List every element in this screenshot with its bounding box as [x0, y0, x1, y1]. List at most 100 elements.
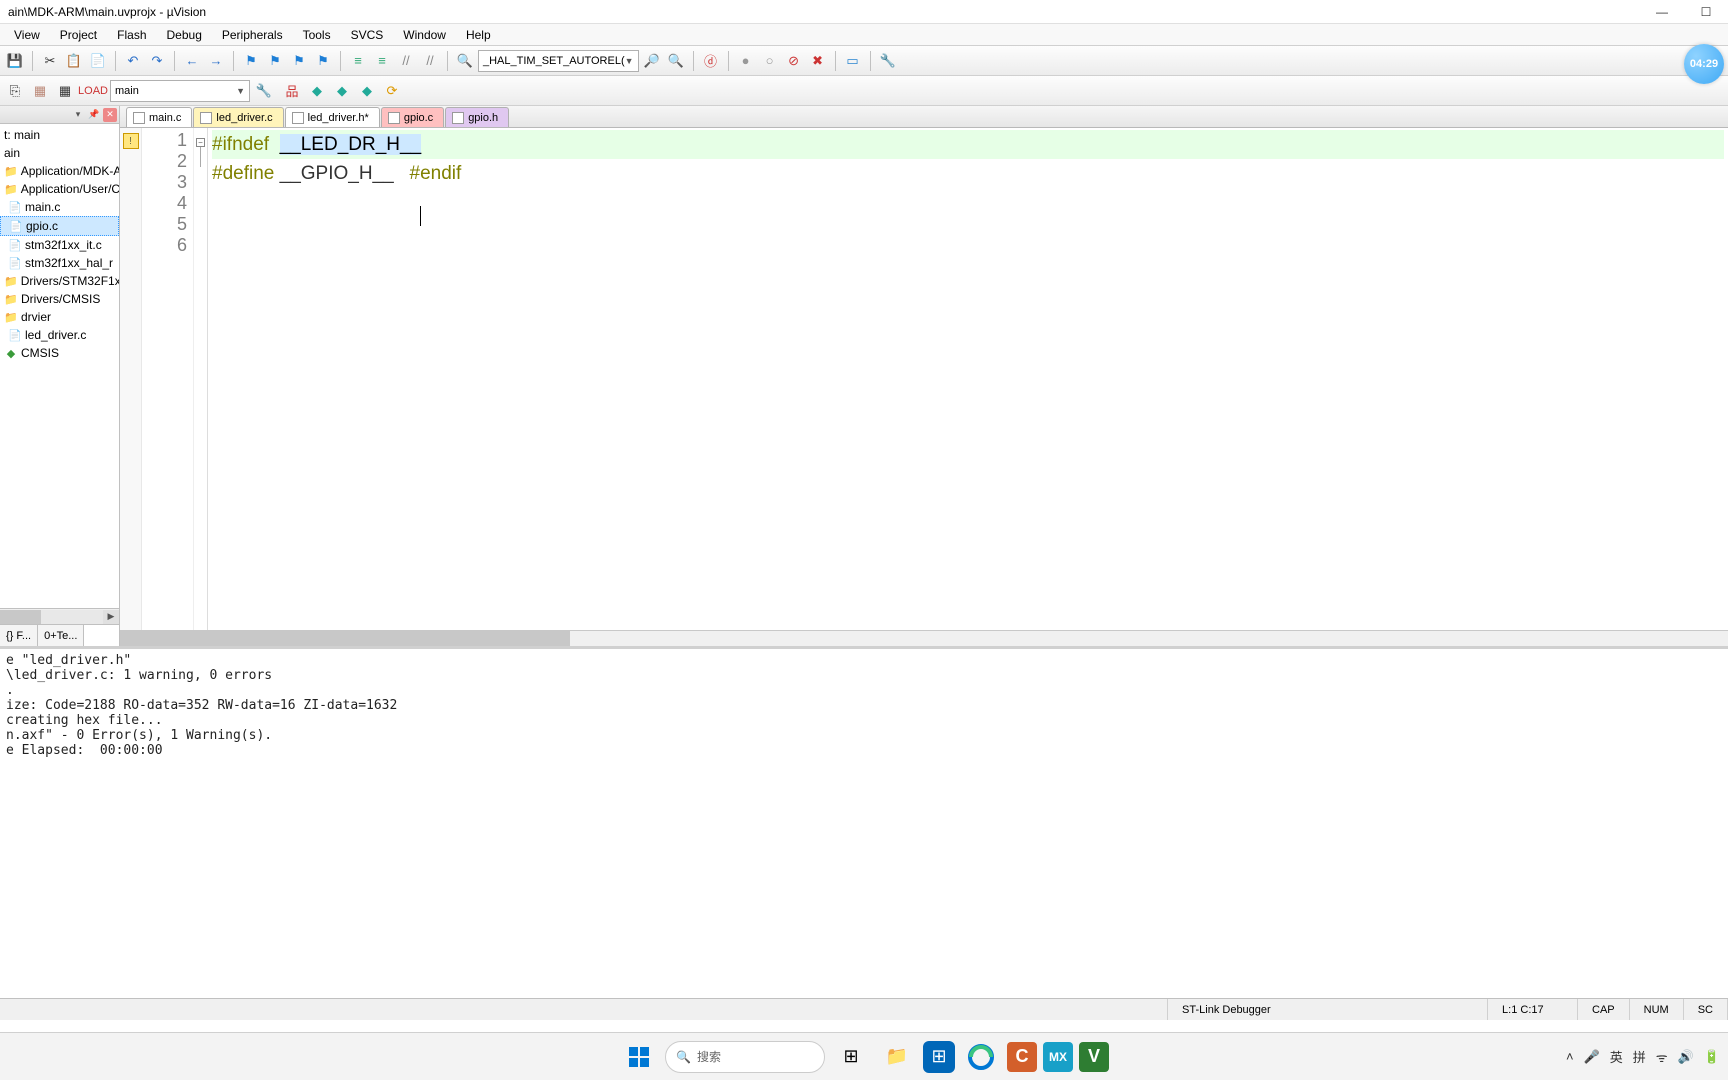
- sidebar-dropdown-icon[interactable]: ▾: [71, 108, 85, 122]
- pack-installer-icon[interactable]: ◆: [356, 80, 378, 102]
- menu-view[interactable]: View: [4, 26, 50, 44]
- tray-ime-lang[interactable]: 英: [1610, 1047, 1623, 1066]
- tray-chevron-icon[interactable]: ˄: [1566, 1049, 1574, 1064]
- sidebar-tab-templates[interactable]: 0+Te...: [38, 625, 84, 646]
- cut-icon[interactable]: ✂: [39, 50, 61, 72]
- breakpoint-enable-icon[interactable]: ○: [759, 50, 781, 72]
- menu-project[interactable]: Project: [50, 26, 107, 44]
- bookmark-next-icon[interactable]: ⚑: [288, 50, 310, 72]
- redo-icon[interactable]: ↷: [146, 50, 168, 72]
- tab-gpio-h[interactable]: gpio.h: [445, 107, 509, 127]
- bookmark-prev-icon[interactable]: ⚑: [264, 50, 286, 72]
- tree-file-hal[interactable]: 📄stm32f1xx_hal_r: [0, 254, 119, 272]
- menu-svcs[interactable]: SVCS: [341, 26, 394, 44]
- scroll-right-icon[interactable]: ▶: [103, 610, 119, 624]
- editor-hscroll[interactable]: [120, 630, 1728, 646]
- sidebar-close-icon[interactable]: ✕: [103, 108, 117, 122]
- select-pack-icon[interactable]: ◆: [331, 80, 353, 102]
- tree-file-gpio[interactable]: 📄gpio.c: [0, 216, 119, 236]
- nav-back-icon[interactable]: ←: [181, 50, 203, 72]
- debug-start-icon[interactable]: ⓓ: [700, 50, 722, 72]
- comment-icon[interactable]: //: [395, 50, 417, 72]
- warning-icon[interactable]: !: [123, 133, 139, 149]
- explorer-icon[interactable]: 📁: [877, 1037, 917, 1077]
- tree-group-cmsis[interactable]: 📁Drivers/CMSIS: [0, 290, 119, 308]
- tree-group-user[interactable]: 📁Application/User/C: [0, 180, 119, 198]
- store-icon[interactable]: ⊞: [923, 1041, 955, 1073]
- code-area[interactable]: #ifndef __LED_DR_H__ #define __GPIO_H__ …: [208, 128, 1728, 630]
- tree-target[interactable]: ain: [0, 144, 119, 162]
- tab-led-driver-h[interactable]: led_driver.h*: [285, 107, 380, 127]
- translate-icon[interactable]: ⎘: [4, 80, 26, 102]
- breakpoint-disable-icon[interactable]: ⊘: [783, 50, 805, 72]
- menu-peripherals[interactable]: Peripherals: [212, 26, 293, 44]
- tray-volume-icon[interactable]: 🔊: [1678, 1049, 1694, 1065]
- minimize-button[interactable]: —: [1640, 0, 1684, 24]
- paste-icon[interactable]: 📄: [87, 50, 109, 72]
- uncomment-icon[interactable]: //: [419, 50, 441, 72]
- breakpoint-kill-icon[interactable]: ✖: [807, 50, 829, 72]
- save-all-icon[interactable]: 💾: [4, 50, 26, 72]
- incremental-find-icon[interactable]: 🔍: [665, 50, 687, 72]
- fold-toggle-icon[interactable]: −: [196, 138, 205, 147]
- breakpoint-insert-icon[interactable]: ●: [735, 50, 757, 72]
- tray-mic-icon[interactable]: 🎤: [1584, 1049, 1600, 1065]
- tree-group-drvier[interactable]: 📁drvier: [0, 308, 119, 326]
- configure-icon[interactable]: 🔧: [877, 50, 899, 72]
- tree-project-root[interactable]: t: main: [0, 126, 119, 144]
- tree-group-mdk[interactable]: 📁Application/MDK-A: [0, 162, 119, 180]
- menu-tools[interactable]: Tools: [293, 26, 341, 44]
- start-button[interactable]: [619, 1037, 659, 1077]
- copy-icon[interactable]: 📋: [63, 50, 85, 72]
- tree-file-led[interactable]: 📄led_driver.c: [0, 326, 119, 344]
- project-tree[interactable]: t: main ain 📁Application/MDK-A 📁Applicat…: [0, 124, 119, 608]
- window-layout-icon[interactable]: ▭: [842, 50, 864, 72]
- sidebar-tab-functions[interactable]: {} F...: [0, 625, 38, 646]
- outdent-icon[interactable]: ≡: [371, 50, 393, 72]
- app-icon[interactable]: C: [1007, 1042, 1037, 1072]
- tab-main-c[interactable]: main.c: [126, 107, 192, 127]
- bookmark-clear-icon[interactable]: ⚑: [312, 50, 334, 72]
- target-combo[interactable]: main ▼: [110, 80, 250, 102]
- folder-icon: 📁: [4, 164, 18, 178]
- maximize-button[interactable]: ☐: [1684, 0, 1728, 24]
- task-view-icon[interactable]: ⊞: [831, 1037, 871, 1077]
- tab-led-driver-c[interactable]: led_driver.c: [193, 107, 283, 127]
- tray-ime-mode[interactable]: 拼: [1633, 1047, 1646, 1066]
- tray-battery-icon[interactable]: 🔋: [1704, 1049, 1720, 1065]
- scrollbar-thumb[interactable]: [120, 631, 570, 646]
- find-icon[interactable]: 🔎: [641, 50, 663, 72]
- editor-body[interactable]: ! 1 2 3 4 5 6 − #ifndef __LED_DR_H__ #de…: [120, 128, 1728, 630]
- rebuild-icon[interactable]: ▦: [54, 80, 76, 102]
- build-output[interactable]: e "led_driver.h" \led_driver.c: 1 warnin…: [0, 646, 1728, 796]
- find-combo[interactable]: _HAL_TIM_SET_AUTOREL( ▼: [478, 50, 639, 72]
- menu-debug[interactable]: Debug: [157, 26, 212, 44]
- download-icon[interactable]: LOAD: [82, 80, 104, 102]
- manage-project-icon[interactable]: 品: [281, 80, 303, 102]
- taskbar-search[interactable]: 🔍 搜索: [665, 1041, 825, 1073]
- sidebar-hscroll[interactable]: ▶: [0, 608, 119, 624]
- bookmark-toggle-icon[interactable]: ⚑: [240, 50, 262, 72]
- edge-icon[interactable]: [961, 1037, 1001, 1077]
- menu-window[interactable]: Window: [393, 26, 456, 44]
- menu-help[interactable]: Help: [456, 26, 501, 44]
- nav-forward-icon[interactable]: →: [205, 50, 227, 72]
- tree-group-cmsis2[interactable]: ◆CMSIS: [0, 344, 119, 362]
- menu-flash[interactable]: Flash: [107, 26, 156, 44]
- reload-packs-icon[interactable]: ⟳: [381, 80, 403, 102]
- manage-rte-icon[interactable]: ◆: [306, 80, 328, 102]
- tree-file-main[interactable]: 📄main.c: [0, 198, 119, 216]
- tree-group-drivers[interactable]: 📁Drivers/STM32F1xx_: [0, 272, 119, 290]
- find-in-files-icon[interactable]: 🔍: [454, 50, 476, 72]
- build-icon[interactable]: ▦: [29, 80, 51, 102]
- app-mx-icon[interactable]: MX: [1043, 1042, 1073, 1072]
- scrollbar-thumb[interactable]: [0, 610, 41, 624]
- undo-icon[interactable]: ↶: [122, 50, 144, 72]
- tray-wifi-icon[interactable]: ᯤ: [1656, 1048, 1668, 1066]
- tab-gpio-c[interactable]: gpio.c: [381, 107, 444, 127]
- target-options-icon[interactable]: 🔧: [253, 80, 275, 102]
- indent-icon[interactable]: ≡: [347, 50, 369, 72]
- app-uvision-icon[interactable]: V: [1079, 1042, 1109, 1072]
- tree-file-it[interactable]: 📄stm32f1xx_it.c: [0, 236, 119, 254]
- sidebar-pin-icon[interactable]: 📌: [87, 108, 101, 122]
